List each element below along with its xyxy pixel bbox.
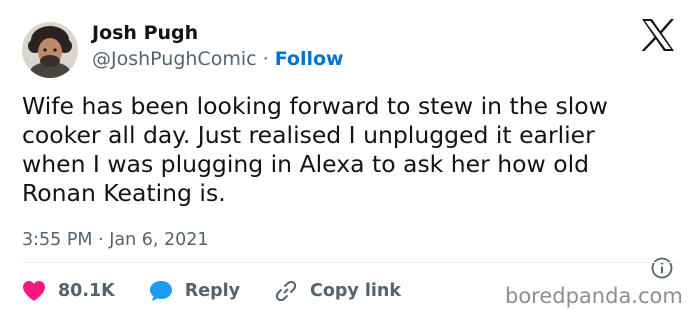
user-handle[interactable]: @JoshPughComic [92, 48, 257, 70]
link-icon [275, 280, 297, 302]
heart-icon [23, 281, 45, 301]
display-name[interactable]: Josh Pugh [92, 22, 198, 44]
tweet-card: Josh Pugh @JoshPughComic · Follow Wife h… [0, 0, 700, 318]
avatar-image [22, 22, 78, 78]
separator-dot: · [262, 48, 269, 70]
reply-button[interactable]: Reply [149, 280, 240, 302]
copy-link-label: Copy link [310, 281, 402, 301]
x-logo-icon[interactable] [640, 18, 676, 52]
timestamp[interactable]: 3:55 PM · Jan 6, 2021 [22, 230, 209, 250]
tweet-text-line: cooker all day. Just realised I unplugge… [22, 121, 595, 149]
follow-button[interactable]: Follow [275, 48, 344, 70]
handle-row: @JoshPughComic · Follow [92, 48, 344, 70]
avatar[interactable] [22, 22, 78, 78]
divider [22, 262, 678, 263]
like-count: 80.1K [58, 281, 115, 301]
watermark: boredpanda.com [505, 284, 683, 308]
tweet-text: Wife has been looking forward to stew in… [22, 92, 682, 208]
tweet-text-line: Wife has been looking forward to stew in… [22, 92, 608, 120]
like-button[interactable]: 80.1K [22, 280, 115, 302]
reply-label: Reply [184, 281, 241, 301]
info-icon[interactable] [650, 256, 674, 280]
speech-bubble-icon [149, 281, 172, 301]
action-bar: 80.1K Reply Copy link [22, 278, 435, 304]
tweet-text-line: Ronan Keating is. [22, 179, 226, 207]
copy-link-button[interactable]: Copy link [274, 279, 401, 303]
tweet-text-line: when I was plugging in Alexa to ask her … [22, 150, 590, 178]
